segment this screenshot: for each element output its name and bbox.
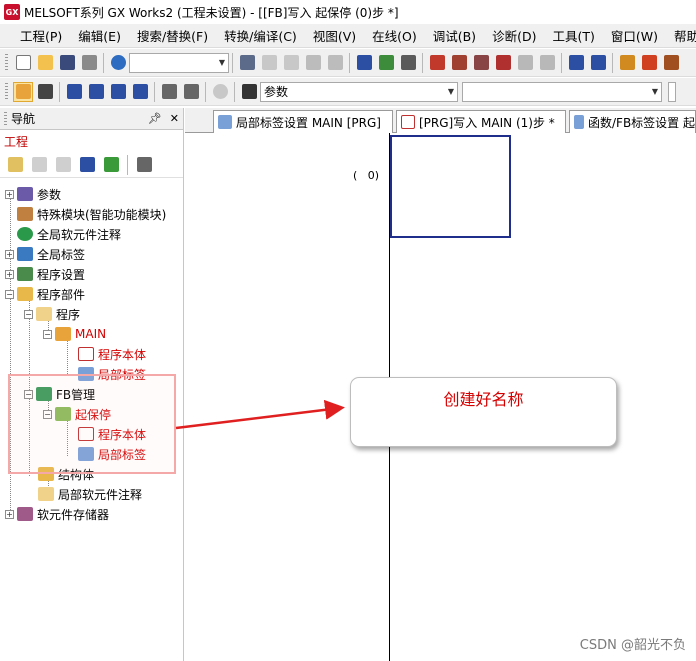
annotation-arrow [175, 399, 345, 430]
annotation-callout: 创建好名称 [350, 377, 617, 447]
arrow-line [175, 399, 345, 430]
callout-text: 创建好名称 [443, 390, 524, 409]
watermark: CSDN @韶光不负 [579, 638, 686, 653]
